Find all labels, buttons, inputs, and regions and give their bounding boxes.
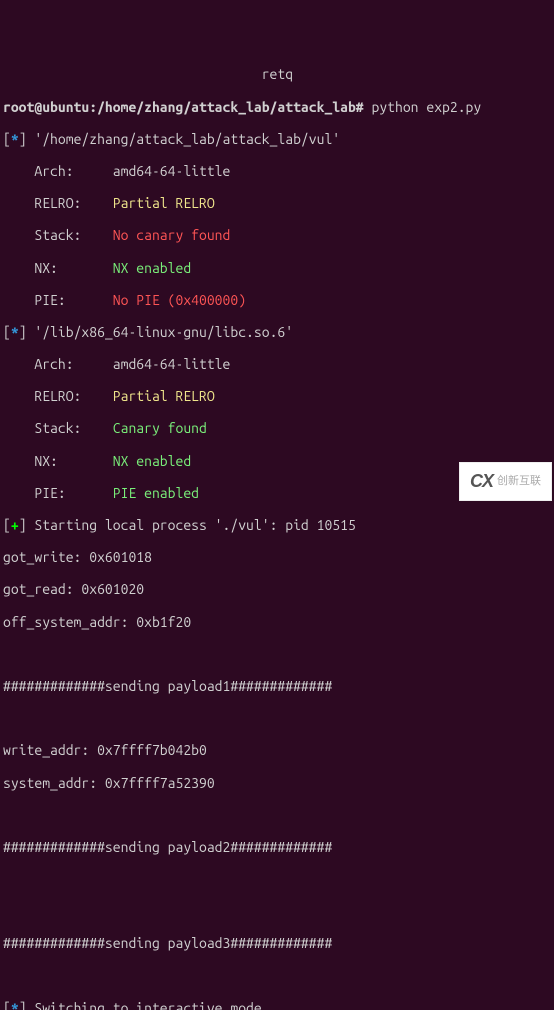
star-icon: * [11,1000,19,1010]
payload2-banner: #############sending payload2###########… [3,839,551,855]
checksec-header-1: [*] '/home/zhang/attack_lab/attack_lab/v… [3,131,551,147]
relro-line-2: RELRO: Partial RELRO [3,388,551,404]
start-process: [+] Starting local process './vul': pid … [3,517,551,533]
typed-command: python exp2.py [364,99,482,115]
blank-line [3,807,551,823]
relro-line-1: RELRO: Partial RELRO [3,195,551,211]
off-system-addr: off_system_addr: 0xb1f20 [3,614,551,630]
truncated-output: retq [3,66,551,82]
switching-mode: [*] Switching to interactive mode [3,1000,551,1010]
blank-line [3,903,551,919]
arch-line-1: Arch: amd64-64-little [3,163,551,179]
watermark-badge: CX 创新互联 [459,462,552,501]
got-read: got_read: 0x601020 [3,581,551,597]
blank-line [3,646,551,662]
checksec-header-2: [*] '/lib/x86_64-linux-gnu/libc.so.6' [3,324,551,340]
system-addr: system_addr: 0x7ffff7a52390 [3,775,551,791]
blank-line [3,871,551,887]
payload1-banner: #############sending payload1###########… [3,678,551,694]
write-addr: write_addr: 0x7ffff7b042b0 [3,742,551,758]
stack-line-2: Stack: Canary found [3,420,551,436]
got-write: got_write: 0x601018 [3,549,551,565]
command-line: root@ubuntu:/home/zhang/attack_lab/attac… [3,99,551,115]
logo-text: 创新互联 [497,475,541,488]
arch-line-2: Arch: amd64-64-little [3,356,551,372]
payload3-banner: #############sending payload3###########… [3,935,551,951]
blank-line [3,968,551,984]
star-icon: * [11,131,19,147]
pie-line-1: PIE: No PIE (0x400000) [3,292,551,308]
nx-line-1: NX: NX enabled [3,260,551,276]
blank-line [3,710,551,726]
shell-prompt: root@ubuntu:/home/zhang/attack_lab/attac… [3,99,364,115]
plus-icon: + [11,517,19,533]
star-icon: * [11,324,19,340]
logo-mark: CX [470,471,493,492]
stack-line-1: Stack: No canary found [3,227,551,243]
